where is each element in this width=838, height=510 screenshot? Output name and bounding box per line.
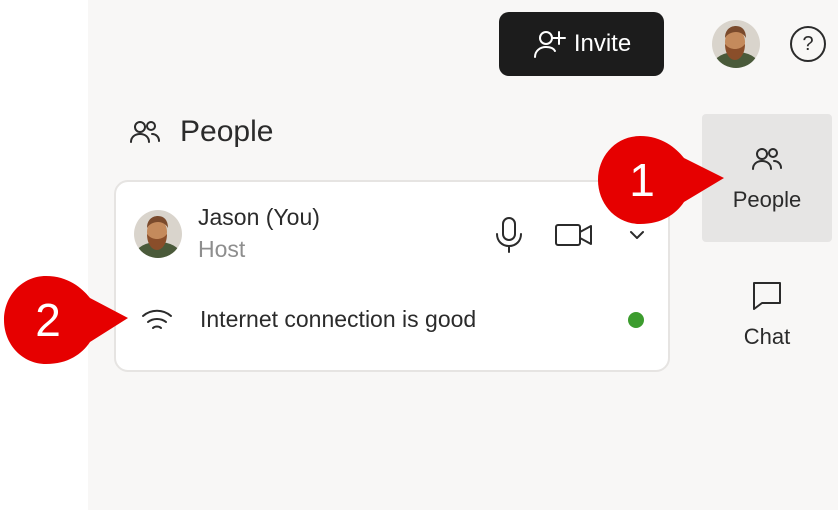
chat-icon: [753, 282, 781, 310]
left-blank-area: [0, 0, 88, 510]
panel-header: People: [128, 112, 273, 152]
question-mark-icon: ?: [802, 32, 814, 55]
microphone-icon[interactable]: [492, 216, 526, 254]
invite-button[interactable]: Invite: [499, 12, 664, 76]
help-button[interactable]: ?: [790, 26, 826, 62]
invite-label: Invite: [573, 30, 632, 57]
wifi-icon: [142, 309, 172, 329]
user-avatar[interactable]: [712, 20, 760, 68]
people-icon: [752, 148, 782, 170]
participant-name: Jason (You): [198, 204, 320, 230]
connection-status-indicator: [628, 312, 644, 328]
rail-people-label: People: [732, 187, 802, 212]
add-person-icon: [533, 31, 566, 58]
rail-chat-label: Chat: [743, 324, 791, 349]
people-icon: [130, 121, 160, 143]
callout-marker-2: 2: [4, 276, 128, 364]
rail-tab-chat[interactable]: Chat: [702, 262, 832, 368]
callout-marker-1: 1: [598, 136, 724, 224]
connection-status-text: Internet connection is good: [200, 306, 477, 332]
participant-role: Host: [198, 236, 246, 262]
panel-title: People: [180, 115, 274, 148]
camera-icon[interactable]: [554, 220, 594, 250]
callout-number-1: 1: [629, 154, 655, 206]
participant-card: Jason (You) Host Internet connection is …: [114, 180, 670, 372]
chevron-down-icon[interactable]: [624, 224, 650, 246]
participant-avatar: [134, 210, 182, 258]
callout-number-2: 2: [35, 294, 61, 346]
